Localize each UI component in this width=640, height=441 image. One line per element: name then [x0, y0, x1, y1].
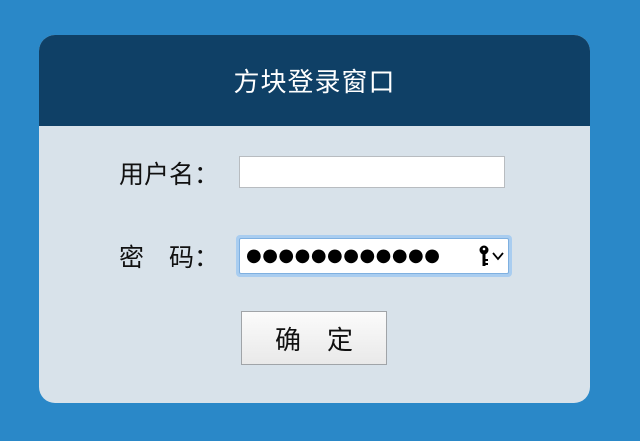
password-input-focus-ring: ●●●●●●●●●●●● — [236, 235, 512, 277]
password-input[interactable]: ●●●●●●●●●●●● — [239, 238, 509, 274]
window-title: 方块登录窗口 — [233, 68, 396, 98]
panel-header: 方块登录窗口 — [39, 35, 590, 126]
password-label: 密 码： — [119, 243, 220, 272]
submit-button[interactable]: 确 定 — [241, 311, 387, 365]
key-icon[interactable] — [478, 245, 490, 267]
chevron-down-icon[interactable] — [492, 251, 504, 261]
username-label: 用户名： — [119, 160, 220, 189]
username-input[interactable] — [239, 156, 505, 188]
password-mask: ●●●●●●●●●●●● — [246, 245, 441, 266]
login-panel: 方块登录窗口 用户名： 密 码： ●●●●●●●●●●●● 确 定 — [39, 35, 590, 403]
